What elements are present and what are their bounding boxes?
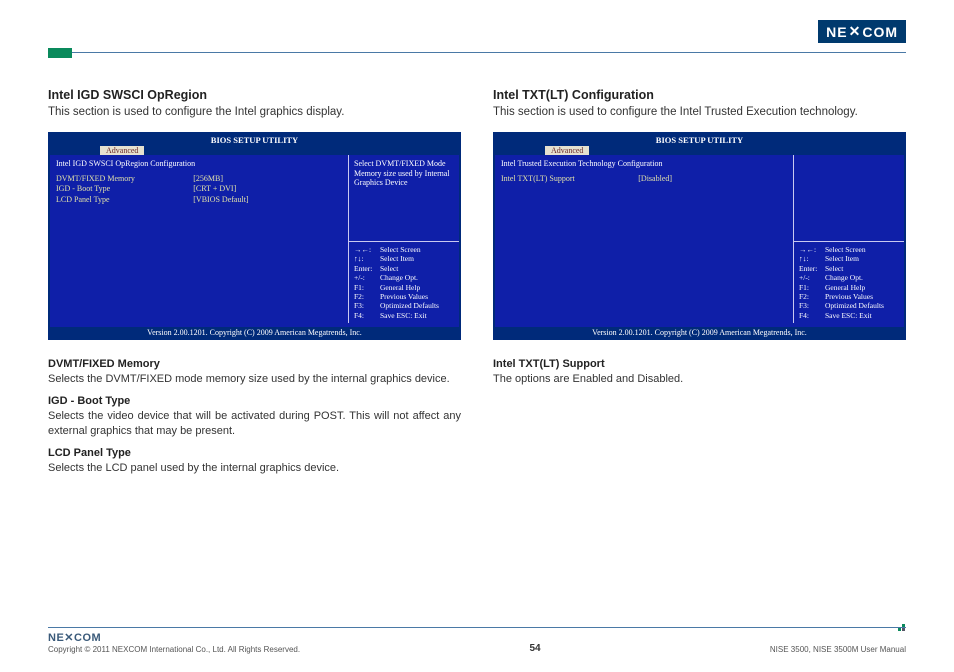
bios-keys: →←:Select Screen ↑↓:Select Item Enter:Se… [349,241,459,323]
bios-version: Version 2.00.1201. Copyright (C) 2009 Am… [495,327,904,338]
bios-row-value: [Disabled] [638,174,672,184]
bios-row: DVMT/FIXED Memory [256MB] [56,174,342,184]
bios-key-row: →←:Select Screen [354,245,454,254]
sub-desc: Selects the LCD panel used by the intern… [48,461,461,476]
header-rule [48,52,906,53]
bios-key-row: F3:Optimized Defaults [354,301,454,310]
footer-ornament-icon [898,624,906,632]
content: Intel IGD SWSCI OpRegion This section is… [48,88,906,483]
footer-left: NE✕COM Copyright © 2011 NEXCOM Internati… [48,631,300,654]
footer-rule [48,627,906,628]
footer-logo: NE✕COM [48,631,300,644]
left-column: Intel IGD SWSCI OpRegion This section is… [48,88,461,483]
bios-key-row: →←:Select Screen [799,245,899,254]
copyright: Copyright © 2011 NEXCOM International Co… [48,645,300,654]
header-logo: NE✕COM [818,20,906,43]
bios-key-row: F2:Previous Values [799,292,899,301]
bios-row-label: LCD Panel Type [56,195,193,205]
bios-key-row: F1:General Help [354,283,454,292]
manual-name: NISE 3500, NISE 3500M User Manual [770,645,906,654]
sub-heading: Intel TXT(LT) Support [493,358,906,370]
bios-key-row: F1:General Help [799,283,899,292]
bios-tabs: Advanced [495,146,904,155]
bios-help-text [794,155,904,241]
bios-body: Intel IGD SWSCI OpRegion Configuration D… [50,155,459,323]
bios-row: Intel TXT(LT) Support [Disabled] [501,174,787,184]
bios-config-title: Intel IGD SWSCI OpRegion Configuration [56,159,342,168]
page-number: 54 [529,643,540,654]
bios-key-row: F2:Previous Values [354,292,454,301]
right-column: Intel TXT(LT) Configuration This section… [493,88,906,483]
logo-x-icon: ✕ [849,23,862,40]
bios-main-panel: Intel IGD SWSCI OpRegion Configuration D… [50,155,349,323]
bios-tab-advanced: Advanced [545,146,589,155]
bios-main-panel: Intel Trusted Execution Technology Confi… [495,155,794,323]
bios-side-panel: →←:Select Screen ↑↓:Select Item Enter:Se… [794,155,904,323]
bios-screenshot-left: BIOS SETUP UTILITY Advanced Intel IGD SW… [48,132,461,340]
brand-text-2: COM [862,24,898,40]
header-accent [48,48,72,58]
bios-body: Intel Trusted Execution Technology Confi… [495,155,904,323]
footer: NE✕COM Copyright © 2011 NEXCOM Internati… [48,627,906,654]
bios-row: IGD - Boot Type [CRT + DVI] [56,184,342,194]
bios-row-value: [VBIOS Default] [193,195,248,205]
section-desc: This section is used to configure the In… [48,106,461,118]
bios-row: LCD Panel Type [VBIOS Default] [56,195,342,205]
bios-key-row: F3:Optimized Defaults [799,301,899,310]
bios-screenshot-right: BIOS SETUP UTILITY Advanced Intel Truste… [493,132,906,340]
section-heading: Intel TXT(LT) Configuration [493,88,906,102]
bios-row-label: DVMT/FIXED Memory [56,174,193,184]
footer-row: NE✕COM Copyright © 2011 NEXCOM Internati… [48,631,906,654]
footer-brand-2: COM [74,632,101,644]
bios-row-label: Intel TXT(LT) Support [501,174,638,184]
sub-desc: Selects the DVMT/FIXED mode memory size … [48,372,461,387]
bios-key-row: F4:Save ESC: Exit [799,311,899,320]
sub-heading: LCD Panel Type [48,447,461,459]
bios-key-row: +/-:Change Opt. [354,273,454,282]
bios-row-value: [CRT + DVI] [193,184,236,194]
bios-key-row: Enter:Select [354,264,454,273]
bios-title: BIOS SETUP UTILITY [495,134,904,146]
section-desc: This section is used to configure the In… [493,106,906,118]
sub-heading: IGD - Boot Type [48,395,461,407]
bios-row-label: IGD - Boot Type [56,184,193,194]
bios-key-row: ↑↓:Select Item [354,254,454,263]
bios-row-value: [256MB] [193,174,223,184]
brand-logo: NE✕COM [818,20,906,43]
bios-side-panel: Select DVMT/FIXED Mode Memory size used … [349,155,459,323]
bios-key-row: F4:Save ESC: Exit [354,311,454,320]
bios-key-row: +/-:Change Opt. [799,273,899,282]
sub-heading: DVMT/FIXED Memory [48,358,461,370]
bios-key-row: ↑↓:Select Item [799,254,899,263]
brand-text: NE [826,24,847,40]
bios-key-row: Enter:Select [799,264,899,273]
bios-config-title: Intel Trusted Execution Technology Confi… [501,159,787,168]
bios-version: Version 2.00.1201. Copyright (C) 2009 Am… [50,327,459,338]
sub-desc: Selects the video device that will be ac… [48,409,461,439]
bios-keys: →←:Select Screen ↑↓:Select Item Enter:Se… [794,241,904,323]
sub-desc: The options are Enabled and Disabled. [493,372,906,387]
footer-brand: NE [48,632,64,644]
section-heading: Intel IGD SWSCI OpRegion [48,88,461,102]
bios-title: BIOS SETUP UTILITY [50,134,459,146]
bios-help-text: Select DVMT/FIXED Mode Memory size used … [349,155,459,241]
bios-tab-advanced: Advanced [100,146,144,155]
footer-x-icon: ✕ [64,631,74,644]
bios-tabs: Advanced [50,146,459,155]
